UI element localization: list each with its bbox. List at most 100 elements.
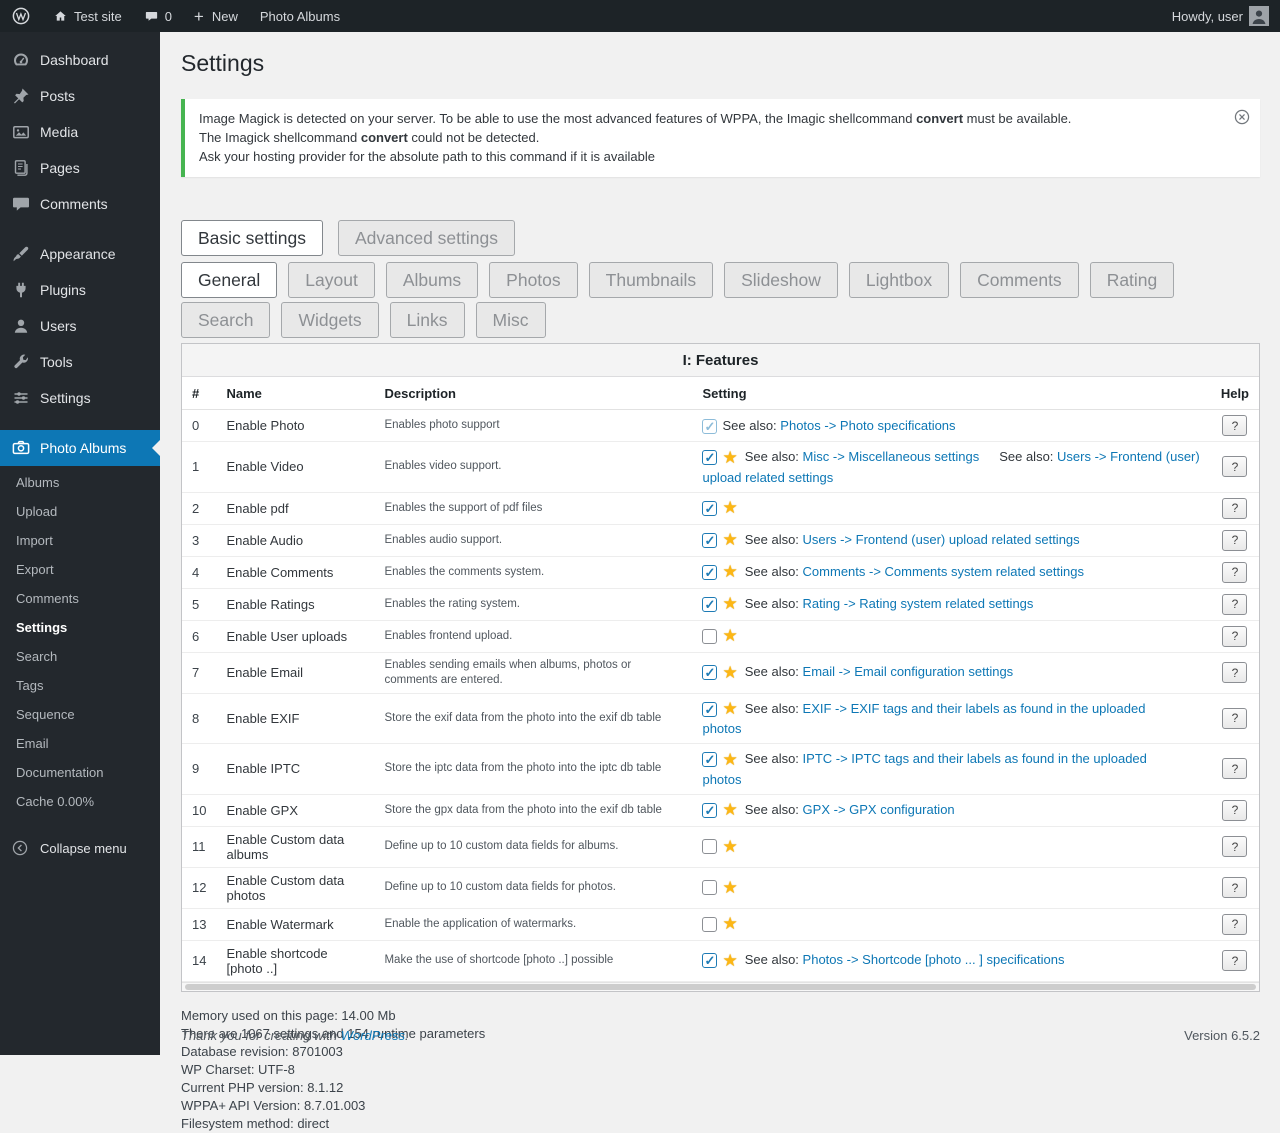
subtab-search[interactable]: Search: [181, 302, 270, 338]
sidebar-item-tools[interactable]: Tools: [0, 344, 160, 380]
help-button[interactable]: ?: [1222, 456, 1247, 477]
site-name-link[interactable]: Test site: [42, 0, 133, 32]
horizontal-scrollbar[interactable]: [182, 982, 1259, 991]
setting-checkbox-checked[interactable]: ✓: [702, 419, 717, 434]
new-content-button[interactable]: + New: [183, 0, 249, 32]
sidebar-subitem-search[interactable]: Search: [0, 642, 160, 671]
sidebar-item-pages[interactable]: Pages: [0, 150, 160, 186]
row-number: 1: [182, 442, 216, 493]
sidebar-item-posts[interactable]: Posts: [0, 78, 160, 114]
sidebar-item-appearance[interactable]: Appearance: [0, 236, 160, 272]
sidebar-subitem-cache-0-00[interactable]: Cache 0.00%: [0, 787, 160, 816]
sidebar-subitem-tags[interactable]: Tags: [0, 671, 160, 700]
see-also-link[interactable]: Misc -> Miscellaneous settings: [803, 449, 980, 464]
sidebar-subitem-albums[interactable]: Albums: [0, 468, 160, 497]
howdy-menu[interactable]: Howdy, user: [1161, 0, 1280, 32]
sidebar-item-settings[interactable]: Settings: [0, 380, 160, 416]
see-also-link[interactable]: Users -> Frontend (user) upload related …: [803, 532, 1080, 547]
sidebar-item-users[interactable]: Users: [0, 308, 160, 344]
setting-checkbox-checked[interactable]: ✓: [702, 953, 717, 968]
subtab-widgets[interactable]: Widgets: [281, 302, 378, 338]
tab-basic-settings[interactable]: Basic settings: [181, 220, 323, 256]
see-also-link[interactable]: Comments -> Comments system related sett…: [803, 564, 1084, 579]
row-number: 3: [182, 524, 216, 556]
setting-checkbox-unchecked[interactable]: [702, 839, 717, 854]
help-button[interactable]: ?: [1222, 594, 1247, 615]
subtab-thumbnails[interactable]: Thumbnails: [589, 262, 713, 298]
star-icon: ★: [722, 562, 737, 581]
help-button[interactable]: ?: [1222, 877, 1247, 898]
settings-row-9: 9Enable IPTCStore the iptc data from the…: [182, 744, 1259, 795]
setting-checkbox-checked[interactable]: ✓: [702, 565, 717, 580]
setting-checkbox-checked[interactable]: ✓: [702, 752, 717, 767]
sidebar-subitem-import[interactable]: Import: [0, 526, 160, 555]
subtab-photos[interactable]: Photos: [489, 262, 577, 298]
setting-checkbox-checked[interactable]: ✓: [702, 533, 717, 548]
sidebar-subitem-settings[interactable]: Settings: [0, 613, 160, 642]
setting-checkbox-unchecked[interactable]: [702, 880, 717, 895]
help-button[interactable]: ?: [1222, 498, 1247, 519]
howdy-label: Howdy, user: [1172, 9, 1243, 24]
subtab-slideshow[interactable]: Slideshow: [724, 262, 838, 298]
collapse-menu-button[interactable]: Collapse menu: [0, 828, 160, 868]
photo-albums-submenu: AlbumsUploadImportExportCommentsSettings…: [0, 468, 160, 816]
help-button[interactable]: ?: [1222, 662, 1247, 683]
sidebar-subitem-sequence[interactable]: Sequence: [0, 700, 160, 729]
setting-checkbox-checked[interactable]: ✓: [702, 665, 717, 680]
sidebar-subitem-documentation[interactable]: Documentation: [0, 758, 160, 787]
subtab-lightbox[interactable]: Lightbox: [849, 262, 949, 298]
see-also-link[interactable]: GPX -> GPX configuration: [803, 802, 955, 817]
setting-controls: ★: [692, 908, 1210, 940]
setting-checkbox-unchecked[interactable]: [702, 629, 717, 644]
admin-bar: Test site 0 + New Photo Albums Howdy, us…: [0, 0, 1280, 32]
tab-advanced-settings[interactable]: Advanced settings: [338, 220, 515, 256]
help-button[interactable]: ?: [1222, 708, 1247, 729]
column-header-setting: Setting: [692, 377, 1210, 410]
see-also-link[interactable]: Rating -> Rating system related settings: [803, 596, 1034, 611]
sidebar-subitem-upload[interactable]: Upload: [0, 497, 160, 526]
see-also-link[interactable]: Email -> Email configuration settings: [803, 664, 1014, 679]
sidebar-item-plugins[interactable]: Plugins: [0, 272, 160, 308]
star-icon: ★: [722, 626, 737, 645]
setting-checkbox-checked[interactable]: ✓: [702, 501, 717, 516]
help-button[interactable]: ?: [1222, 415, 1247, 436]
sidebar-subitem-export[interactable]: Export: [0, 555, 160, 584]
see-also-link[interactable]: Photos -> Photo specifications: [780, 418, 955, 433]
scrollbar-thumb[interactable]: [185, 984, 1256, 990]
setting-checkbox-checked[interactable]: ✓: [702, 450, 717, 465]
ab-photo-albums-link[interactable]: Photo Albums: [249, 0, 351, 32]
subtab-misc[interactable]: Misc: [476, 302, 546, 338]
subtab-albums[interactable]: Albums: [386, 262, 478, 298]
see-also-link[interactable]: Photos -> Shortcode [photo ... ] specifi…: [803, 952, 1065, 967]
setting-checkbox-checked[interactable]: ✓: [702, 803, 717, 818]
help-button[interactable]: ?: [1222, 800, 1247, 821]
wordpress-logo-icon[interactable]: [0, 0, 42, 32]
help-button[interactable]: ?: [1222, 914, 1247, 935]
see-also-label: See also:: [745, 952, 799, 967]
subtab-layout[interactable]: Layout: [288, 262, 375, 298]
sidebar-subitem-email[interactable]: Email: [0, 729, 160, 758]
setting-checkbox-checked[interactable]: ✓: [702, 702, 717, 717]
sidebar-item-media[interactable]: Media: [0, 114, 160, 150]
subtab-comments[interactable]: Comments: [960, 262, 1079, 298]
help-button[interactable]: ?: [1222, 950, 1247, 971]
subtab-general[interactable]: General: [181, 262, 277, 298]
help-button[interactable]: ?: [1222, 530, 1247, 551]
sidebar-subitem-comments[interactable]: Comments: [0, 584, 160, 613]
sidebar-item-photo-albums[interactable]: Photo Albums: [0, 430, 160, 466]
star-icon: ★: [722, 663, 737, 682]
help-button[interactable]: ?: [1222, 626, 1247, 647]
subtab-links[interactable]: Links: [390, 302, 465, 338]
sidebar-item-dashboard[interactable]: Dashboard: [0, 42, 160, 78]
comments-shortcut[interactable]: 0: [133, 0, 183, 32]
subtab-rating[interactable]: Rating: [1090, 262, 1175, 298]
sidebar-item-comments[interactable]: Comments: [0, 186, 160, 222]
dismiss-notice-button[interactable]: [1233, 108, 1251, 129]
help-cell: ?: [1211, 940, 1259, 981]
setting-checkbox-checked[interactable]: ✓: [702, 597, 717, 612]
help-button[interactable]: ?: [1222, 562, 1247, 583]
wordpress-link[interactable]: WordPress: [341, 1028, 405, 1043]
help-button[interactable]: ?: [1222, 758, 1247, 779]
setting-checkbox-unchecked[interactable]: [702, 917, 717, 932]
help-button[interactable]: ?: [1222, 836, 1247, 857]
